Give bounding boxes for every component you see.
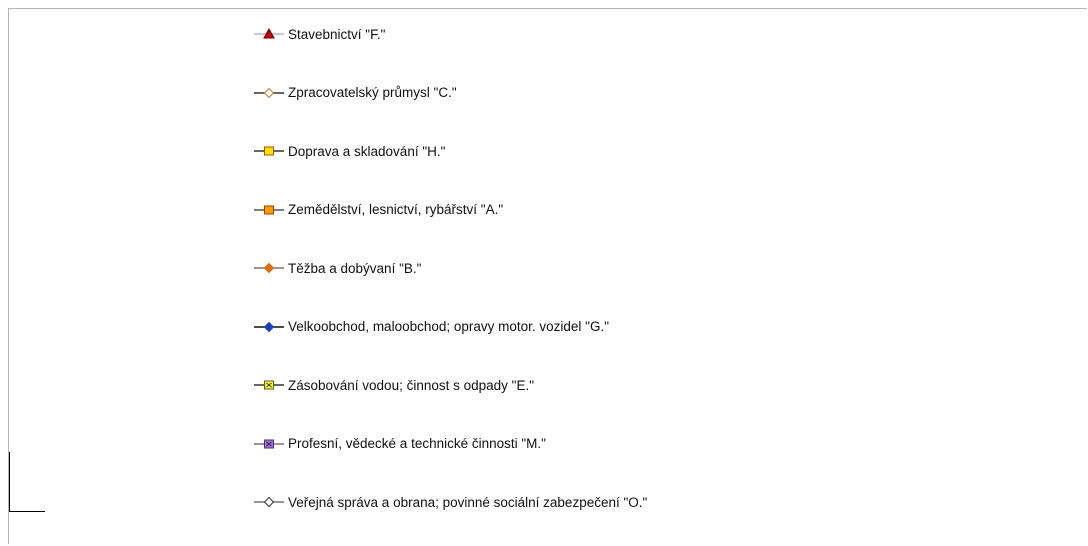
legend-label: Těžba a dobývaní "B." [288, 260, 422, 276]
legend-label: Doprava a skladování "H." [288, 143, 446, 159]
legend-marker [263, 321, 275, 332]
legend-marker-icon [254, 146, 284, 156]
legend-marker [264, 146, 274, 156]
legend-marker-icon [254, 439, 284, 448]
legend-marker [263, 262, 275, 274]
legend-marker-icon [254, 380, 284, 390]
legend-item: Zemědělství, lesnictví, rybářství "A." [254, 198, 503, 222]
legend-marker [264, 205, 274, 214]
legend-label: Velkoobchod, maloobchod; opravy motor. v… [288, 319, 610, 334]
legend-item: Veřejná správa a obrana; povinné sociáln… [254, 490, 647, 514]
legend-item: Těžba a dobývaní "B." [254, 256, 421, 280]
legend-item: Zpracovatelský průmysl "C." [254, 81, 457, 105]
legend-label: Zásobování vodou; činnost s odpady "E." [288, 377, 534, 393]
legend-label: Stavebnictví "F." [288, 26, 386, 42]
legend-marker-icon [254, 321, 284, 332]
legend-label: Zpracovatelský průmysl "C." [288, 85, 457, 100]
legend-item: Zásobování vodou; činnost s odpady "E." [254, 373, 534, 397]
legend-marker-icon [254, 87, 284, 98]
legend-item: Profesní, vědecké a technické činnosti "… [254, 432, 546, 456]
legend-label: Zemědělství, lesnictví, rybářství "A." [288, 202, 504, 217]
x-axis-line [9, 511, 45, 512]
chart-legend: Stavebnictví "F." Zpracovatelský průmysl … [254, 22, 1074, 542]
legend-marker [263, 87, 275, 98]
legend-marker [263, 496, 275, 508]
legend-item: Velkoobchod, maloobchod; opravy motor. v… [254, 315, 609, 339]
legend-marker-icon [254, 27, 284, 39]
legend-label: Profesní, vědecké a technické činnosti "… [288, 436, 546, 451]
legend-marker-icon [254, 262, 284, 274]
legend-item: Doprava a skladování "H." [254, 139, 445, 163]
legend-marker-icon [254, 496, 284, 508]
legend-label: Veřejná správa a obrana; povinné sociáln… [288, 494, 648, 510]
legend-marker-icon [254, 205, 284, 214]
y-axis-line [9, 452, 10, 512]
legend-item: Stavebnictví "F." [254, 22, 385, 46]
